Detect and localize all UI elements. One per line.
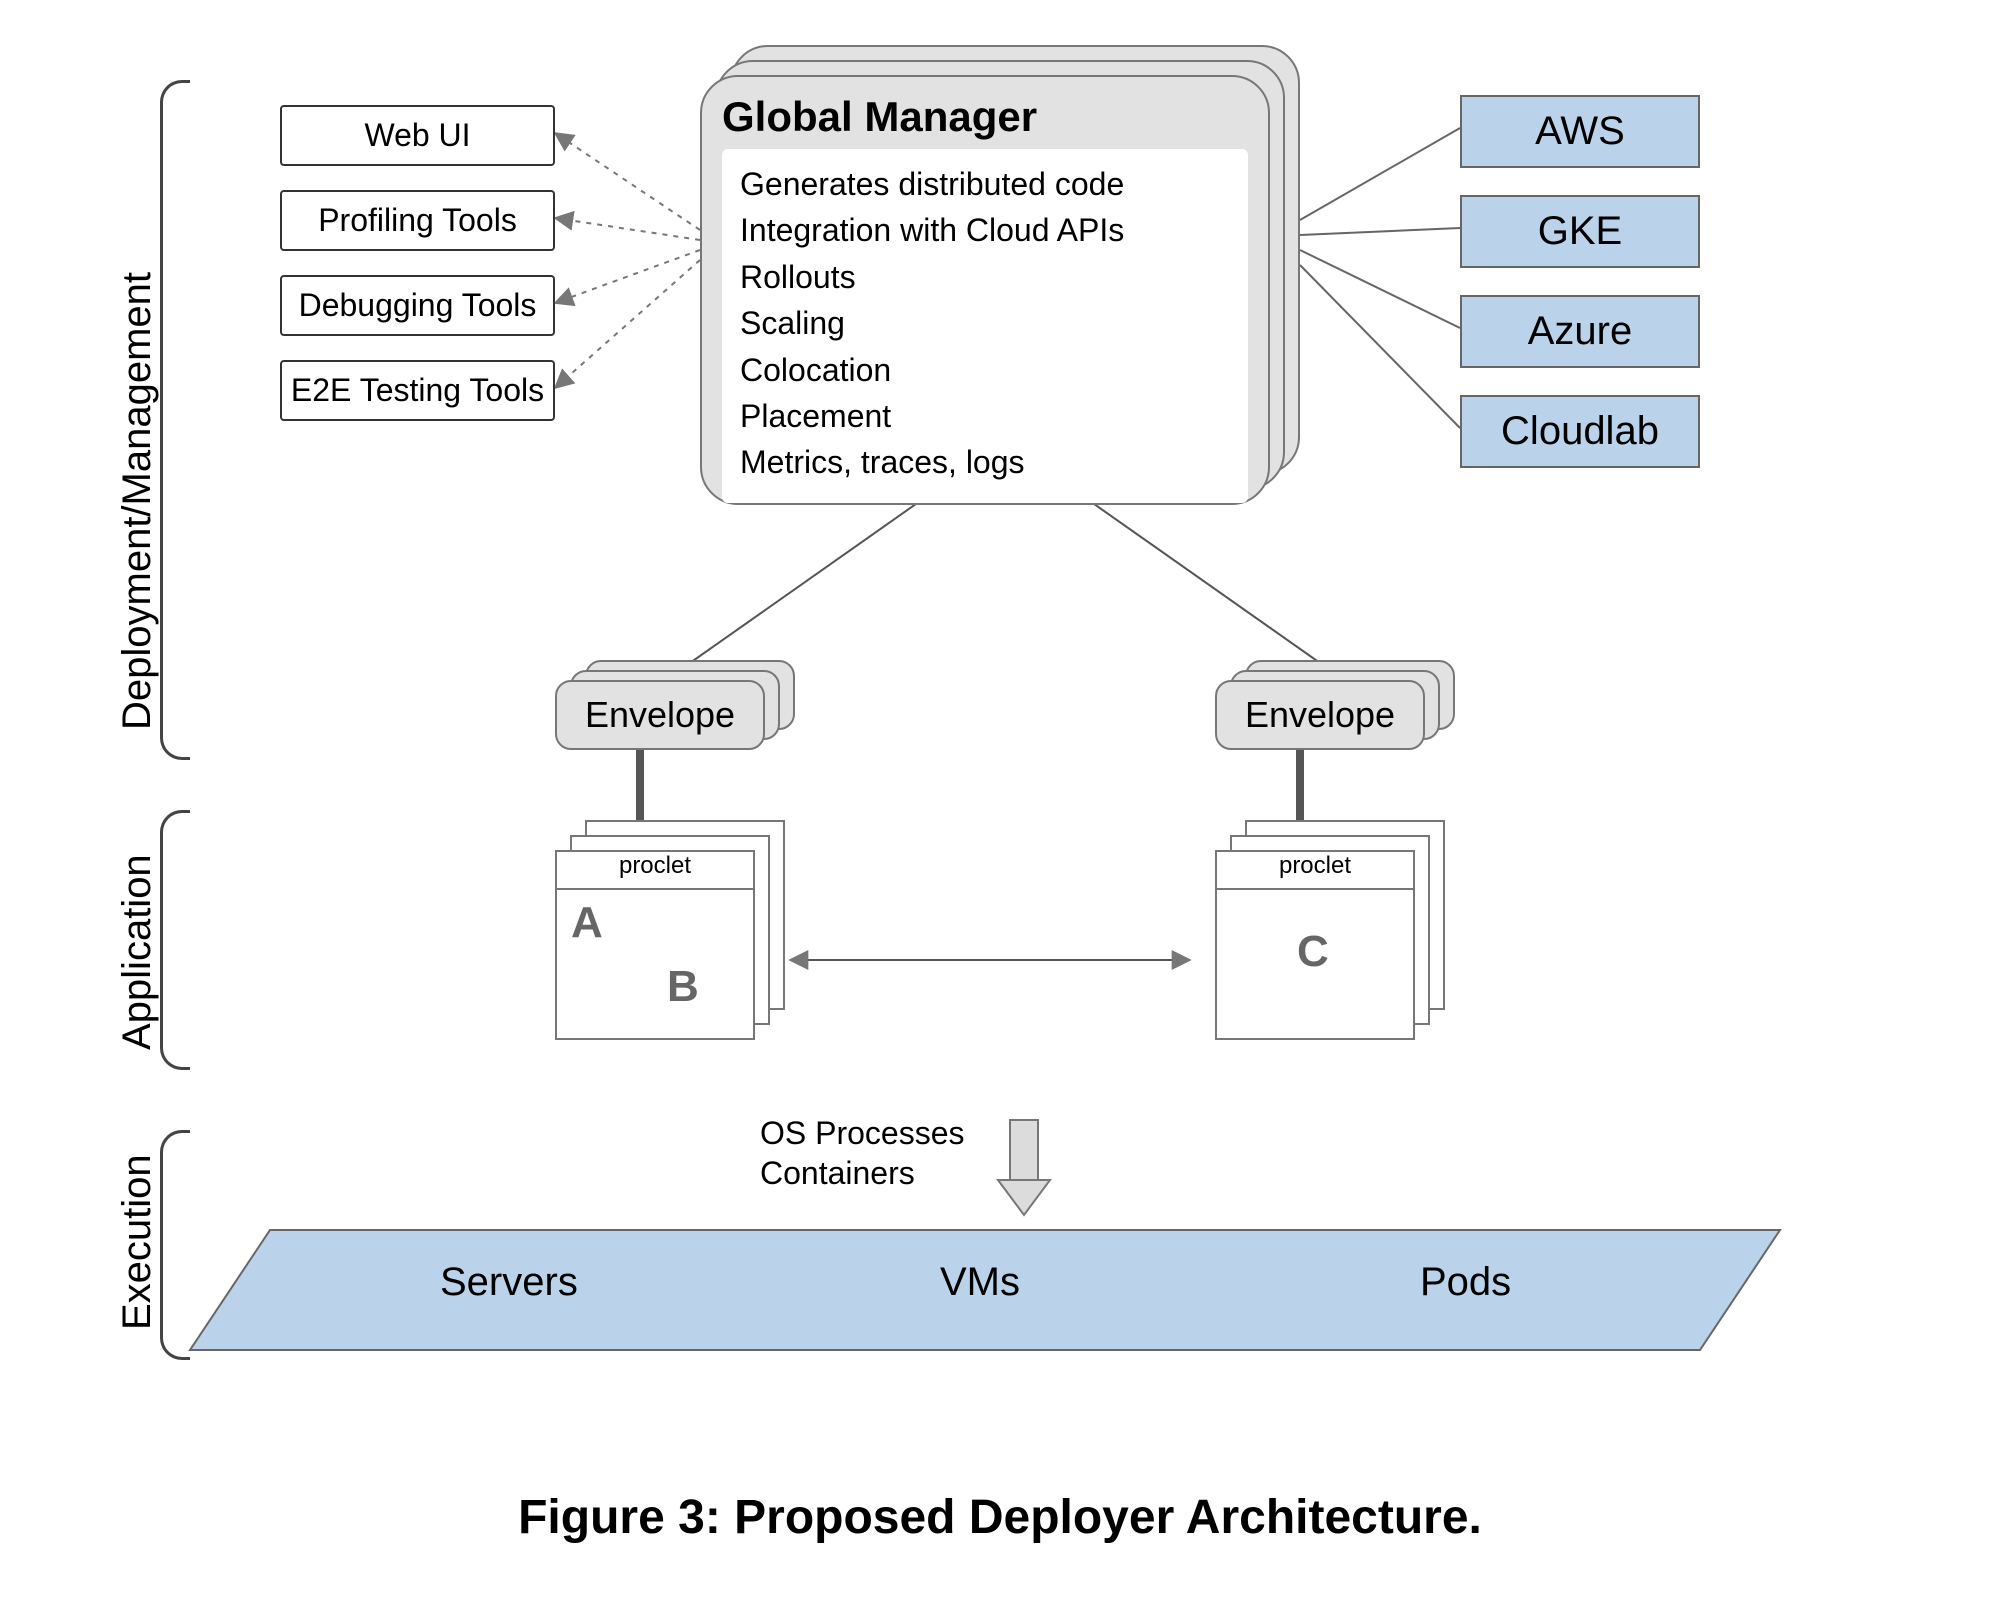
gm-item: Scaling xyxy=(740,300,1230,346)
cloud-aws: AWS xyxy=(1460,95,1700,168)
exec-label-servers: Servers xyxy=(440,1260,578,1305)
figure-caption: Figure 3: Proposed Deployer Architecture… xyxy=(0,1490,2000,1545)
envelope-right: Envelope xyxy=(1215,680,1425,750)
exec-label-pods: Pods xyxy=(1420,1260,1511,1305)
section-label-application: Application xyxy=(115,854,160,1050)
os-label-2: Containers xyxy=(760,1155,915,1192)
gm-item: Rollouts xyxy=(740,254,1230,300)
envelope-right-label: Envelope xyxy=(1217,682,1423,748)
envelope-left: Envelope xyxy=(555,680,765,750)
brace-application xyxy=(160,810,190,1070)
cloud-cloudlab: Cloudlab xyxy=(1460,395,1700,468)
cloud-azure: Azure xyxy=(1460,295,1700,368)
proclet-left-header: proclet xyxy=(557,852,753,890)
brace-deployment xyxy=(160,80,190,760)
cloud-gke: GKE xyxy=(1460,195,1700,268)
proclet-left: proclet A B xyxy=(555,850,755,1040)
section-label-execution: Execution xyxy=(115,1154,160,1330)
tool-web-ui: Web UI xyxy=(280,105,555,166)
envelope-left-label: Envelope xyxy=(557,682,763,748)
proclet-letter-B: B xyxy=(667,962,699,1012)
proclet-right-header: proclet xyxy=(1217,852,1413,890)
gm-item: Colocation xyxy=(740,347,1230,393)
proclet-letter-A: A xyxy=(571,898,603,948)
gm-item: Generates distributed code xyxy=(740,161,1230,207)
exec-label-vms: VMs xyxy=(940,1260,1020,1305)
tool-profiling: Profiling Tools xyxy=(280,190,555,251)
global-manager-card: Global Manager Generates distributed cod… xyxy=(700,75,1270,505)
brace-execution xyxy=(160,1130,190,1360)
os-label-1: OS Processes xyxy=(760,1115,965,1152)
proclet-letter-C: C xyxy=(1297,927,1329,977)
global-manager-title: Global Manager xyxy=(722,93,1248,141)
gm-item: Placement xyxy=(740,393,1230,439)
global-manager-list: Generates distributed code Integration w… xyxy=(722,149,1248,503)
tool-e2e-testing: E2E Testing Tools xyxy=(280,360,555,421)
tool-debugging: Debugging Tools xyxy=(280,275,555,336)
proclet-right: proclet C xyxy=(1215,850,1415,1040)
section-label-deployment: Deployment/Management xyxy=(115,272,160,730)
gm-item: Metrics, traces, logs xyxy=(740,439,1230,485)
gm-item: Integration with Cloud APIs xyxy=(740,207,1230,253)
